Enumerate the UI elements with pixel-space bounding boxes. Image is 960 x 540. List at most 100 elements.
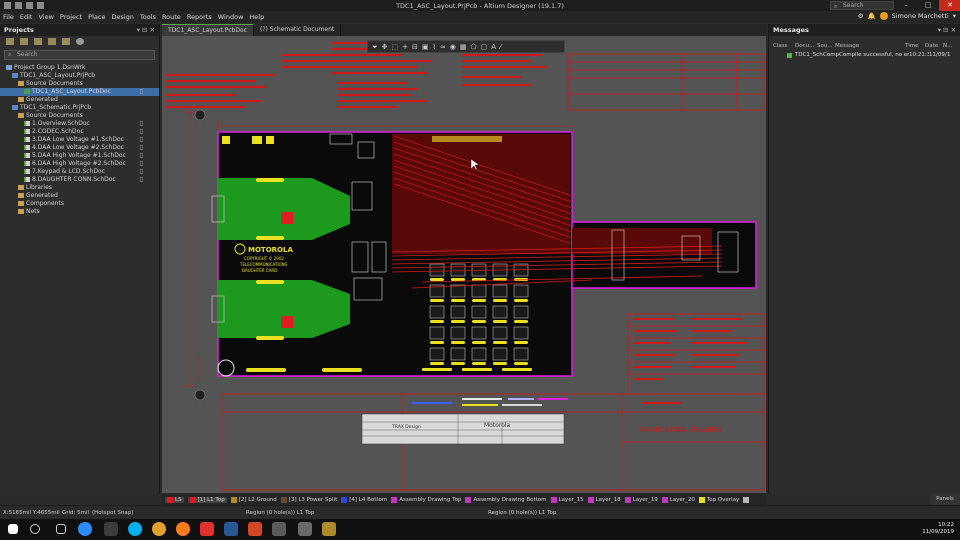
layer-tab[interactable]: Layer_19 xyxy=(624,496,658,503)
layer-tab[interactable]: Layer_18 xyxy=(587,496,621,503)
task-view-icon[interactable] xyxy=(56,524,66,534)
zoom-app-icon[interactable] xyxy=(78,522,92,536)
grid-size[interactable]: Grid: 5mil xyxy=(62,506,89,520)
menu-project[interactable]: Project xyxy=(57,13,85,21)
global-search-input[interactable]: ⌕ Search xyxy=(830,1,894,10)
layer-tab[interactable]: Assembly Drawing Bottom xyxy=(465,496,547,503)
select-icon[interactable]: ⬚ xyxy=(391,43,398,51)
panel-menu-icon[interactable]: ▾ ⊟ ✕ xyxy=(137,24,155,36)
layer-tab[interactable]: Layer_15 xyxy=(550,496,584,503)
gear-icon[interactable] xyxy=(76,38,84,45)
layer-tab[interactable]: Assembly Drawing Top xyxy=(391,496,461,503)
panel-menu-icon[interactable]: ▾ ⊟ ✕ xyxy=(938,24,956,36)
save-project-icon[interactable] xyxy=(20,38,28,45)
tree-document-item[interactable]: 7.Keypad & LCD.SchDoc ▯ xyxy=(0,168,159,176)
text-icon[interactable]: A xyxy=(491,43,496,51)
tree-document-item[interactable]: 4.DAA Low Voltage #2.SchDoc ▯ xyxy=(0,144,159,152)
tab-schematic-document[interactable]: (?) Schematic Document xyxy=(254,24,342,36)
app-icon[interactable] xyxy=(272,522,286,536)
layer-tab[interactable]: [2] L2 Ground xyxy=(230,496,277,503)
keepout-icon[interactable]: ▢ xyxy=(481,43,488,51)
tree-folder-item[interactable]: Components xyxy=(0,200,159,208)
save-icon[interactable] xyxy=(4,2,11,9)
col-source[interactable]: Sou... xyxy=(817,42,835,51)
tree-folder-item[interactable]: Generated xyxy=(0,192,159,200)
workspace-icon[interactable] xyxy=(6,38,14,45)
move-icon[interactable]: ✥ xyxy=(382,43,388,51)
col-document[interactable]: Docu... xyxy=(795,42,817,51)
word-app-icon[interactable] xyxy=(224,522,238,536)
tree-document-item[interactable]: TDC1_ASC_Layout.PcbDoc ▯ xyxy=(0,88,159,96)
pcb-canvas[interactable]: MOTOROLA COPYRIGHT © 2002 TELECOMMUNICAT… xyxy=(162,36,766,493)
menu-tools[interactable]: Tools xyxy=(137,13,159,21)
route-icon[interactable]: ⌇ xyxy=(432,43,435,51)
tree-folder-item[interactable]: TDC1_ASC_Layout.PrjPcb xyxy=(0,72,159,80)
redo-icon[interactable] xyxy=(37,2,44,9)
tree-folder-item[interactable]: Project Group 1.DsnWrk xyxy=(0,64,159,72)
tree-document-item[interactable]: 5.DAA High Voltage #1.SchDoc ▯ xyxy=(0,152,159,160)
fill-icon[interactable]: ▦ xyxy=(460,43,467,51)
col-number[interactable]: N... xyxy=(943,42,957,51)
menu-file[interactable]: File xyxy=(0,13,17,21)
layer-tab[interactable]: [4] L4 Bottom xyxy=(341,496,387,503)
menu-reports[interactable]: Reports xyxy=(184,13,215,21)
layer-tab[interactable]: Top Overlay xyxy=(698,496,739,503)
menu-place[interactable]: Place xyxy=(85,13,108,21)
chevron-down-icon[interactable]: ▾ xyxy=(953,12,956,20)
polygon-icon[interactable]: ⬠ xyxy=(471,43,477,51)
diff-pair-icon[interactable]: ≈ xyxy=(440,43,446,51)
component-icon[interactable]: ▣ xyxy=(422,43,429,51)
notifications-icon[interactable]: 🔔 xyxy=(867,12,875,20)
via-icon[interactable]: ◉ xyxy=(450,43,456,51)
tab-pcb-document[interactable]: TDC1_ASC_Layout.PcbDoc xyxy=(162,24,255,36)
add-icon[interactable]: + xyxy=(402,43,408,51)
col-message[interactable]: Message xyxy=(835,42,905,51)
skype-app-icon[interactable] xyxy=(128,522,142,536)
app-icon[interactable] xyxy=(104,522,118,536)
tree-document-item[interactable]: 6.DAA High Voltage #2.SchDoc ▯ xyxy=(0,160,159,168)
menu-route[interactable]: Route xyxy=(159,13,184,21)
altium-app-icon[interactable] xyxy=(322,522,336,536)
open-folder-icon[interactable] xyxy=(34,38,42,45)
tree-folder-item[interactable]: Nets xyxy=(0,208,159,216)
col-class[interactable]: Class xyxy=(773,42,795,51)
line-icon[interactable]: ⁄ xyxy=(500,43,501,51)
gear-icon[interactable]: ⚙ xyxy=(858,12,864,20)
tree-document-item[interactable]: 2.CODEC.SchDoc ▯ xyxy=(0,128,159,136)
align-icon[interactable]: ⊟ xyxy=(412,43,418,51)
menu-edit[interactable]: Edit xyxy=(17,13,36,21)
open-icon[interactable] xyxy=(15,2,22,9)
app-icon[interactable] xyxy=(298,522,312,536)
taskbar-clock[interactable]: 10:22 11/09/2019 xyxy=(922,522,954,536)
tree-document-item[interactable]: 3.DAA Low Voltage #1.SchDoc ▯ xyxy=(0,136,159,144)
menu-view[interactable]: View xyxy=(35,13,56,21)
col-date[interactable]: Date xyxy=(925,42,943,51)
menu-help[interactable]: Help xyxy=(246,13,267,21)
expand-icon[interactable] xyxy=(62,38,70,45)
tree-document-item[interactable]: 1.Overview.SchDoc ▯ xyxy=(0,120,159,128)
filter-icon[interactable]: ⏷ xyxy=(372,43,378,51)
search-icon[interactable] xyxy=(30,524,40,534)
panels-button[interactable]: Panels xyxy=(930,494,960,505)
avatar[interactable] xyxy=(879,12,888,20)
close-button[interactable]: ✕ xyxy=(939,0,960,11)
tree-document-item[interactable]: 8.DAUGHTER CONN.SchDoc ▯ xyxy=(0,176,159,184)
tree-folder-item[interactable]: Source Documents xyxy=(0,112,159,120)
tree-folder-item[interactable]: Libraries xyxy=(0,184,159,192)
tree-folder-item[interactable]: TDC1_Schematic.PrjPcb xyxy=(0,104,159,112)
maximize-button[interactable]: □ xyxy=(917,0,939,11)
menu-window[interactable]: Window xyxy=(215,13,247,21)
layer-tab[interactable]: [3] L3 Power Split xyxy=(280,496,337,503)
chrome-app-icon[interactable] xyxy=(152,522,166,536)
firefox-app-icon[interactable] xyxy=(176,522,190,536)
layer-tab[interactable]: LS xyxy=(165,496,184,503)
snap-mode[interactable]: (Hotspot Snap) xyxy=(92,506,133,520)
acrobat-app-icon[interactable] xyxy=(200,522,214,536)
windows-start-icon[interactable] xyxy=(8,524,18,534)
tree-folder-item[interactable]: Source Documents xyxy=(0,80,159,88)
undo-icon[interactable] xyxy=(26,2,33,9)
message-row[interactable]: TDC1_Sch Comp Compile successful, no err… xyxy=(769,51,960,59)
new-folder-icon[interactable] xyxy=(48,38,56,45)
layer-tab[interactable]: Layer_20 xyxy=(661,496,695,503)
tree-folder-item[interactable]: Generated xyxy=(0,96,159,104)
